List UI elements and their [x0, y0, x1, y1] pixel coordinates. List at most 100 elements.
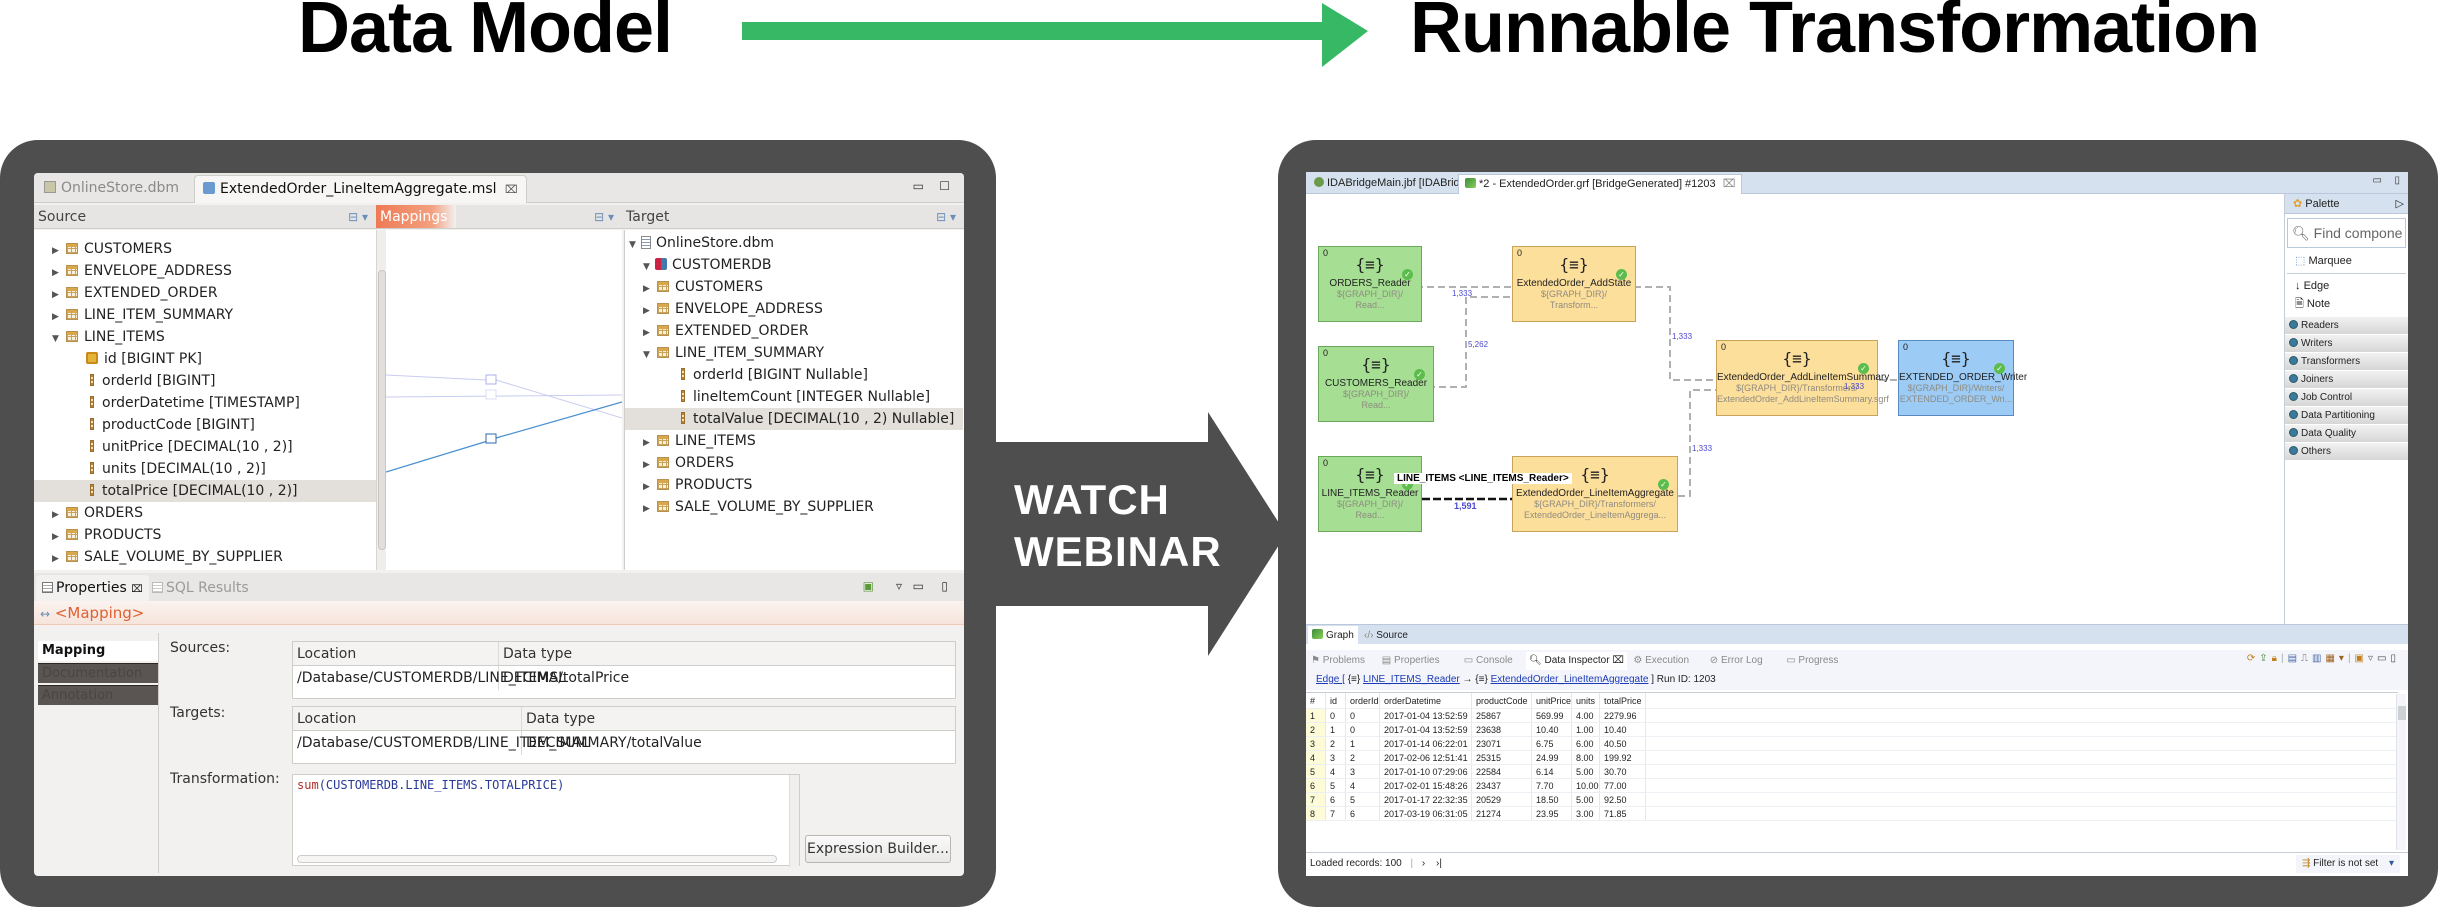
expand-right-icon[interactable]: ▶ [643, 498, 655, 520]
tab-progress[interactable]: ▭ Progress [1783, 652, 1841, 670]
from-component-link[interactable]: LINE_ITEMS_Reader [1363, 674, 1460, 685]
tree-item[interactable]: totalValue [DECIMAL(10 , 2) Nullable] [625, 408, 963, 430]
table-view-icon[interactable]: ▤ [2288, 653, 2301, 664]
watch-webinar-button[interactable]: WATCH WEBINAR [1014, 474, 1222, 578]
tree-item[interactable]: ▶ ORDERS [625, 452, 963, 474]
inspector-row[interactable]: 6 5 4 2017-02-01 15:48:26 23437 7.70 10.00 77.0… [1306, 779, 2398, 793]
view-menu-icon[interactable]: ▿ [2368, 653, 2377, 664]
tab-problems[interactable]: ⚑ Problems [1308, 652, 1368, 670]
side-tab-annotation[interactable]: Annotation [38, 685, 158, 705]
edge-link[interactable]: Edge [ [1316, 674, 1345, 685]
tree-item[interactable]: lineItemCount [INTEGER Nullable] [625, 386, 963, 408]
code-scrollbar-v[interactable] [789, 775, 799, 867]
maximize-icon[interactable]: ▯ [2394, 175, 2400, 186]
column-header[interactable]: productCode [1472, 693, 1532, 708]
column-header[interactable]: orderDatetime [1380, 693, 1472, 708]
sources-row[interactable]: /Database/CUSTOMERDB/LINE_ITEMS/totalPri… [293, 666, 955, 690]
palette-tool-note[interactable]: 🗎︎ Note [2285, 295, 2408, 313]
tab-properties[interactable]: Properties ⌧ [36, 575, 149, 601]
minimize-icon[interactable]: ▭ [2373, 175, 2382, 186]
tree-item[interactable]: ▼ LINE_ITEM_SUMMARY [625, 342, 963, 364]
tree-item[interactable]: ▼ CUSTOMERDB [625, 254, 963, 276]
tree-item[interactable]: ▶ CUSTOMERS [625, 276, 963, 298]
expression-builder-button[interactable]: Expression Builder... [805, 835, 951, 863]
inspector-row[interactable]: 5 4 3 2017-01-10 07:29:06 22584 6.14 5.00 30.70 [1306, 765, 2398, 779]
palette-tool-marquee[interactable]: ⬚ Marquee [2285, 252, 2408, 270]
graph-node-line-item-aggregate[interactable]: {≡} ExtendedOrder_LineItemAggregate ${GRAP… [1512, 456, 1678, 532]
expand-right-icon[interactable]: ▶ [52, 526, 64, 548]
graph-node-writer[interactable]: 0 {≡} EXTENDED_ORDER_Writer ${GRAPH_DIR}/Wr… [1898, 340, 2027, 416]
expand-down-icon[interactable]: ▼ [643, 344, 655, 366]
column-header[interactable]: # [1306, 693, 1326, 708]
export-icon[interactable]: ⇪ [2259, 653, 2271, 664]
close-tab-icon[interactable]: ⌧ [505, 183, 518, 196]
palette-category[interactable]: Transformers [2285, 353, 2408, 371]
minimize-icon[interactable]: ▭ [913, 179, 924, 193]
tab-properties[interactable]: ▤ Properties [1379, 652, 1443, 670]
column-header[interactable]: totalPrice [1600, 693, 1646, 708]
expand-down-icon[interactable]: ▼ [629, 234, 641, 256]
tree-item[interactable]: orderId [BIGINT Nullable] [625, 364, 963, 386]
column-header[interactable]: units [1572, 693, 1600, 708]
tree-item[interactable]: ▶ ORDERS [34, 502, 376, 524]
inspector-row[interactable]: 4 3 2 2017-02-06 12:51:41 25315 24.99 8.00 199.… [1306, 751, 2398, 765]
expand-right-icon[interactable]: ▶ [643, 454, 655, 476]
expand-right-icon[interactable]: ▶ [643, 432, 655, 454]
palette-category[interactable]: Joiners [2285, 371, 2408, 389]
columns-icon[interactable]: ▥ [2312, 653, 2325, 664]
target-view-menu-icon[interactable]: ⊟ ▾ [936, 205, 956, 229]
maximize-icon[interactable]: ▯ [2390, 653, 2400, 664]
palette-category[interactable]: Others [2285, 443, 2408, 461]
tab-onlinestore-dbm[interactable]: OnlineStore.dbm [36, 175, 187, 203]
tab-msl-file[interactable]: ExtendedOrder_LineItemAggregate.msl ⌧ [194, 175, 527, 203]
tree-item[interactable]: ▶ CUSTOMERS [34, 238, 376, 260]
tab-data-inspector[interactable]: 🔍︎ Data Inspector ⌧ [1526, 652, 1627, 670]
expand-right-icon[interactable]: ▶ [643, 322, 655, 344]
expand-right-icon[interactable]: ▶ [52, 262, 64, 284]
expand-right-icon[interactable]: ▶ [643, 476, 655, 498]
filter-dropdown[interactable]: ⇶ Filter is not set ▾ [2295, 855, 2400, 873]
inspector-scrollbar-thumb[interactable] [2398, 706, 2406, 720]
maximize-icon[interactable]: ☐ [939, 179, 950, 193]
tab-error-log[interactable]: ⊘ Error Log [1707, 652, 1766, 670]
graph-node-customers-reader[interactable]: 0 {≡} CUSTOMERS_Reader ${GRAPH_DIR}/Read...… [1318, 346, 1434, 422]
source-scrollbar[interactable] [376, 230, 386, 570]
palette-collapse-icon[interactable]: ▷ [2396, 194, 2404, 214]
transformation-editor[interactable]: sum(CUSTOMERDB.LINE_ITEMS.TOTALPRICE) [292, 774, 800, 867]
graph-node-orders-reader[interactable]: 0 {≡} ORDERS_Reader ${GRAPH_DIR}/Read... ✓ [1318, 246, 1422, 322]
tree-item[interactable]: unitPrice [DECIMAL(10 , 2)] [34, 436, 376, 458]
inspector-row[interactable]: 1 0 0 2017-01-04 13:52:59 25867 569.99 4.00 227… [1306, 709, 2398, 723]
mappings-view-menu-icon[interactable]: ⊟ ▾ [594, 205, 614, 229]
maximize-icon[interactable]: ▯ [941, 579, 948, 593]
record-view-icon[interactable]: ⎍ [2301, 653, 2312, 664]
tree-item[interactable]: ▶ ENVELOPE_ADDRESS [34, 260, 376, 282]
tree-item[interactable]: orderId [BIGINT] [34, 370, 376, 392]
graph-node-add-state[interactable]: 0 {≡} ExtendedOrder_AddState ${GRAPH_DIR}/T… [1512, 246, 1636, 322]
tree-item[interactable]: totalPrice [DECIMAL(10 , 2)] [34, 480, 376, 502]
grid-menu-icon[interactable]: ▦▾ [2325, 653, 2347, 664]
tab-source[interactable]: ‹/› Source [1360, 626, 1412, 645]
palette-tool-edge[interactable]: ↓ Edge [2285, 277, 2408, 295]
expand-down-icon[interactable]: ▼ [643, 256, 655, 278]
tree-item[interactable]: ▶ ENVELOPE_ADDRESS [625, 298, 963, 320]
palette-search-input[interactable]: 🔍︎ Find compone [2287, 218, 2406, 248]
graph-node-line-items-reader[interactable]: 0 {≡} LINE_ITEMS_Reader ${GRAPH_DIR}/Read..… [1318, 456, 1422, 532]
tree-item[interactable]: ▶ SALE_VOLUME_BY_SUPPLIER [34, 546, 376, 568]
expand-right-icon[interactable]: ▶ [52, 284, 64, 306]
tree-item[interactable]: ▼ LINE_ITEMS [34, 326, 376, 348]
column-header[interactable]: id [1326, 693, 1346, 708]
tree-item[interactable]: productCode [BIGINT] [34, 414, 376, 436]
inspector-scrollbar[interactable] [2396, 694, 2406, 850]
side-tab-documentation[interactable]: Documentation [38, 663, 158, 683]
tree-item[interactable]: ▶ EXTENDED_ORDER [34, 282, 376, 304]
tree-item[interactable]: orderDatetime [TIMESTAMP] [34, 392, 376, 414]
tree-item[interactable]: ▶ PRODUCTS [34, 524, 376, 546]
pin-view-icon[interactable]: ▣ [863, 579, 874, 593]
tree-item[interactable]: ▶ PRODUCTS [625, 474, 963, 496]
palette-category[interactable]: Data Partitioning [2285, 407, 2408, 425]
close-tab-icon[interactable]: ⌧ [1612, 655, 1624, 666]
expand-right-icon[interactable]: ▶ [52, 306, 64, 328]
expand-right-icon[interactable]: ▶ [643, 278, 655, 300]
inspector-row[interactable]: 3 2 1 2017-01-14 06:22:01 23071 6.75 6.00 40.50 [1306, 737, 2398, 751]
tree-item[interactable]: ▶ LINE_ITEM_SUMMARY [34, 304, 376, 326]
